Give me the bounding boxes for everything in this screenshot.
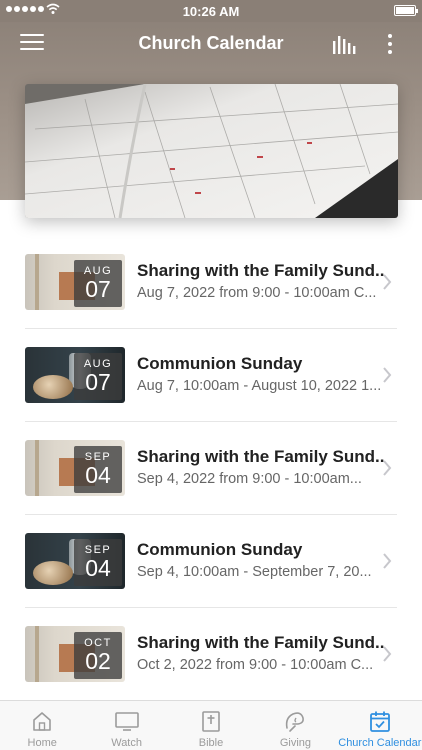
event-item[interactable]: AUG 07 Communion Sunday Aug 7, 10:00am -… [0,329,422,422]
chevron-right-icon [383,460,392,476]
home-icon [33,712,52,731]
bar-chart-icon[interactable] [332,34,358,54]
tab-giving[interactable]: Giving [253,701,337,750]
event-item[interactable]: SEP 04 Communion Sunday Sep 4, 10:00am -… [0,515,422,608]
event-thumbnail: SEP 04 [25,533,125,589]
battery-icon [394,5,418,16]
calendar-planner-photo [25,84,398,218]
event-thumbnail: AUG 07 [25,254,125,310]
event-title: Sharing with the Family Sund... [137,447,385,466]
more-vertical-icon[interactable] [380,32,400,56]
event-title: Sharing with the Family Sund... [137,261,385,280]
tab-label: Bible [198,737,224,749]
date-badge: OCT 02 [74,632,122,679]
event-item[interactable]: OCT 02 Sharing with the Family Sund... O… [0,608,422,701]
status-bar: 10:26 AM [0,0,422,22]
giving-icon [286,712,305,732]
chevron-right-icon [383,367,392,383]
tab-home[interactable]: Home [0,701,84,750]
date-badge: AUG 07 [74,353,122,400]
tab-watch[interactable]: Watch [84,701,168,750]
event-title: Communion Sunday [137,540,303,559]
tab-church-calendar[interactable]: Church Calendar [338,701,422,750]
tab-label: Watch [111,737,142,749]
chevron-right-icon [383,553,392,569]
event-subtitle: Sep 4, 10:00am - September 7, 20... [137,564,372,580]
tab-label: Church Calendar [338,737,422,749]
event-subtitle: Oct 2, 2022 from 9:00 - 10:00am C... [137,657,374,673]
event-thumbnail: OCT 02 [25,626,125,682]
status-time: 10:26 AM [182,4,240,19]
date-badge: SEP 04 [74,446,122,493]
chevron-right-icon [383,274,392,290]
event-thumbnail: SEP 04 [25,440,125,496]
date-badge: SEP 04 [74,539,122,586]
bible-icon [202,711,220,732]
event-item[interactable]: SEP 04 Sharing with the Family Sund... S… [0,422,422,515]
event-list: AUG 07 Sharing with the Family Sund... A… [0,236,422,701]
hero-image [25,84,398,218]
tab-bar: Home Watch Bible Giving Church Calendar [0,700,422,750]
nav-bar: Church Calendar [0,22,422,66]
event-title: Communion Sunday [137,354,303,373]
event-subtitle: Aug 7, 2022 from 9:00 - 10:00am C... [137,285,377,301]
date-badge: AUG 07 [74,260,122,307]
event-item[interactable]: AUG 07 Sharing with the Family Sund... A… [0,236,422,329]
tab-bible[interactable]: Bible [169,701,253,750]
tv-icon [114,712,139,731]
page-title: Church Calendar [138,33,284,53]
tab-label: Home [27,737,57,749]
event-title: Sharing with the Family Sund... [137,633,385,652]
event-thumbnail: AUG 07 [25,347,125,403]
event-subtitle: Aug 7, 10:00am - August 10, 2022 1... [137,378,381,394]
event-subtitle: Sep 4, 2022 from 9:00 - 10:00am... [137,471,362,487]
hamburger-menu-icon[interactable] [20,34,44,52]
tab-label: Giving [279,737,312,749]
calendar-icon [369,711,390,732]
chevron-right-icon [383,646,392,662]
